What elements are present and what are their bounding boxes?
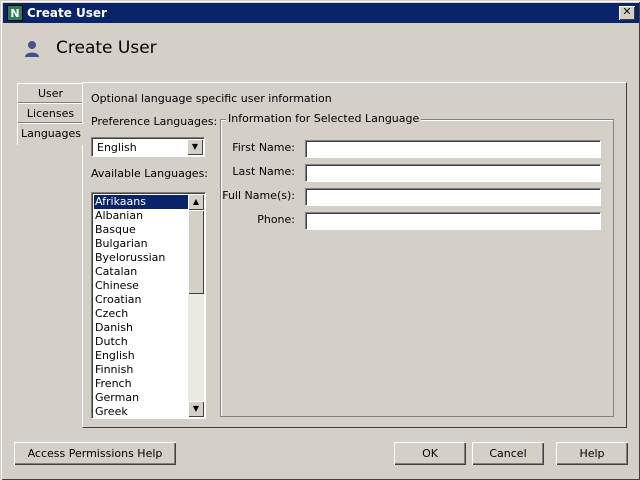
window-title: Create User xyxy=(27,6,107,20)
list-item[interactable]: German xyxy=(94,391,188,405)
chevron-down-icon[interactable]: ▼ xyxy=(187,139,203,155)
phone-label: Phone: xyxy=(257,213,295,226)
list-scrollbar[interactable]: ▲ ▼ xyxy=(188,194,204,417)
preference-language-select[interactable]: English ▼ xyxy=(91,137,205,157)
scroll-up-icon[interactable]: ▲ xyxy=(188,194,204,210)
tab-licenses[interactable]: Licenses xyxy=(17,103,83,123)
full-name-label: Full Name(s): xyxy=(222,189,295,202)
list-item[interactable]: French xyxy=(94,377,188,391)
list-item[interactable]: Albanian xyxy=(94,209,188,223)
access-permissions-help-button[interactable]: Access Permissions Help xyxy=(14,442,176,465)
last-name-label: Last Name: xyxy=(232,165,295,178)
list-item[interactable]: Dutch xyxy=(94,335,188,349)
close-button[interactable]: ✕ xyxy=(619,6,635,20)
user-icon xyxy=(25,41,39,57)
ok-button[interactable]: OK xyxy=(394,442,466,465)
cancel-button[interactable]: Cancel xyxy=(472,442,544,465)
list-item[interactable]: Byelorussian xyxy=(94,251,188,265)
preference-language-value: English xyxy=(97,141,137,154)
tab-user[interactable]: User xyxy=(17,83,83,103)
panel-description: Optional language specific user informat… xyxy=(91,92,332,105)
list-item[interactable]: English xyxy=(94,349,188,363)
first-name-label: First Name: xyxy=(232,141,295,154)
group-title: Information for Selected Language xyxy=(226,112,422,125)
first-name-field[interactable] xyxy=(305,140,601,158)
available-languages-list[interactable]: Afrikaans Albanian Basque Bulgarian Byelorus… xyxy=(91,192,206,419)
list-item[interactable]: Afrikaans xyxy=(94,195,188,209)
list-item[interactable]: Danish xyxy=(94,321,188,335)
help-button[interactable]: Help xyxy=(556,442,628,465)
list-item[interactable]: Catalan xyxy=(94,265,188,279)
list-item[interactable]: Greek xyxy=(94,405,188,418)
language-items: Afrikaans Albanian Basque Bulgarian Byelorus… xyxy=(94,195,188,418)
full-name-field[interactable] xyxy=(305,188,601,206)
preference-languages-label: Preference Languages: xyxy=(91,115,218,128)
tab-languages[interactable]: Languages xyxy=(17,123,84,145)
last-name-field[interactable] xyxy=(305,164,601,182)
create-user-dialog: N Create User ✕ Create User User License… xyxy=(0,0,640,480)
title-bar[interactable]: N Create User ✕ xyxy=(3,3,639,23)
list-item[interactable]: Chinese xyxy=(94,279,188,293)
app-icon: N xyxy=(7,5,23,21)
scroll-thumb[interactable] xyxy=(188,210,204,294)
phone-field[interactable] xyxy=(305,212,601,230)
list-item[interactable]: Bulgarian xyxy=(94,237,188,251)
list-item[interactable]: Croatian xyxy=(94,293,188,307)
list-item[interactable]: Czech xyxy=(94,307,188,321)
page-title: Create User xyxy=(56,38,157,58)
available-languages-label: Available Languages: xyxy=(91,167,209,180)
list-item[interactable]: Finnish xyxy=(94,363,188,377)
scroll-down-icon[interactable]: ▼ xyxy=(188,401,204,417)
list-item[interactable]: Basque xyxy=(94,223,188,237)
